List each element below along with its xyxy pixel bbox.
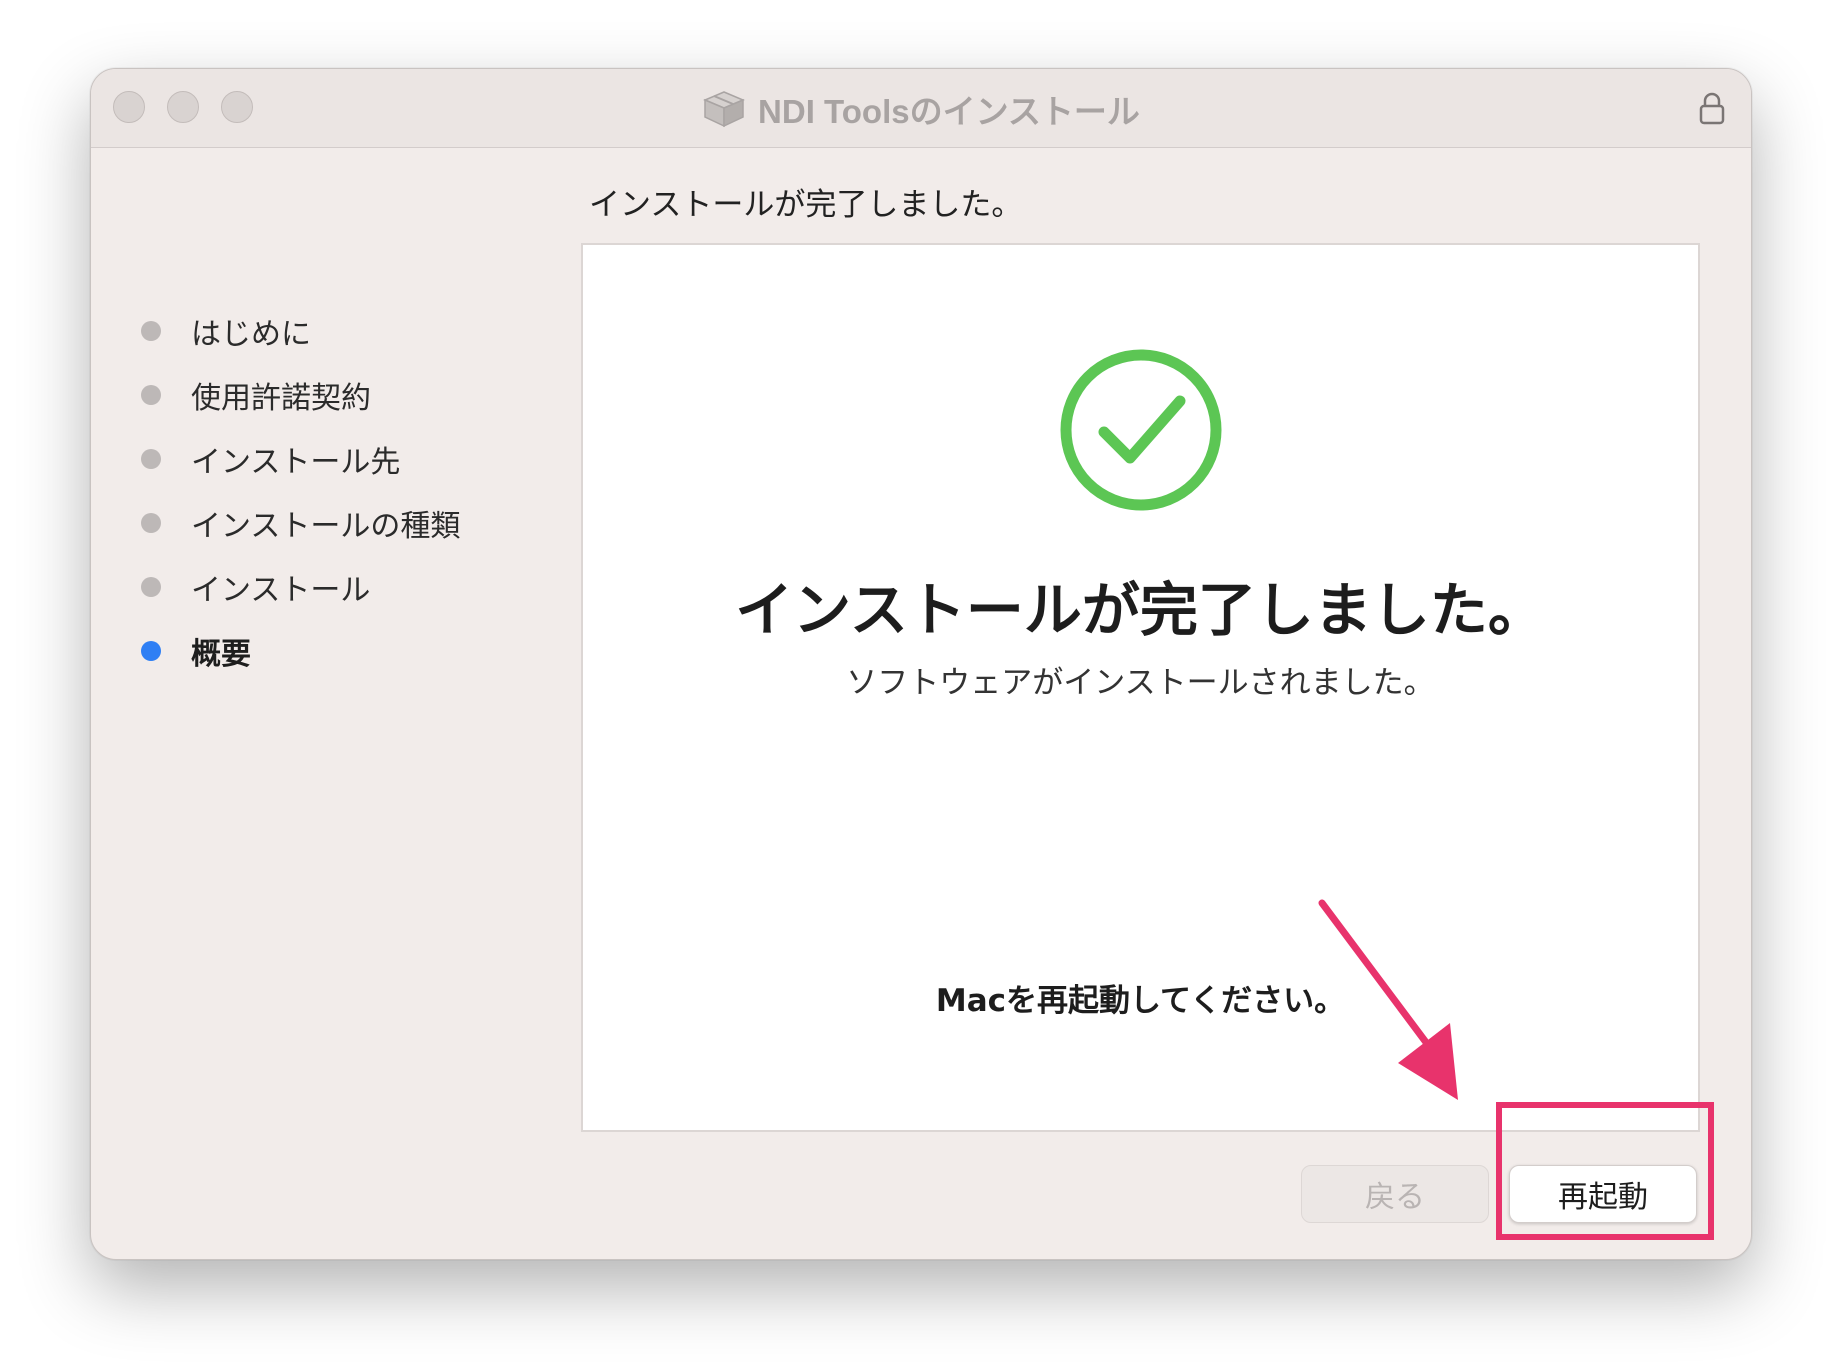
step-label: インストール先: [191, 445, 401, 480]
step-label: 使用許諾契約: [191, 381, 371, 416]
step-license: 使用許諾契約: [141, 363, 541, 427]
installer-steps-sidebar: はじめに 使用許諾契約 インストール先 インストールの種類 インストール 概要: [141, 299, 541, 683]
restart-message: Macを再起動してください。: [935, 983, 1346, 1019]
step-installation-type: インストールの種類: [141, 491, 541, 555]
installer-window: NDI Toolsのインストール はじめに 使用許諾契約 インストール先 インス…: [90, 68, 1752, 1260]
step-destination: インストール先: [141, 427, 541, 491]
completion-subtitle: ソフトウェアがインストールされました。: [846, 665, 1435, 701]
step-indicator-dot-active: [141, 641, 161, 661]
step-summary: 概要: [141, 619, 541, 683]
step-label: インストールの種類: [191, 509, 461, 544]
step-label: はじめに: [191, 317, 311, 352]
completion-title: インストールが完了しました。: [735, 576, 1546, 644]
step-installation: インストール: [141, 555, 541, 619]
restart-button-highlight-box: [1496, 1102, 1714, 1240]
step-indicator-dot: [141, 513, 161, 533]
window-title-group: NDI Toolsのインストール: [91, 87, 1751, 131]
step-indicator-dot: [141, 577, 161, 597]
window-title: NDI Toolsのインストール: [758, 93, 1140, 130]
title-bar: NDI Toolsのインストール: [91, 69, 1751, 148]
step-introduction: はじめに: [141, 299, 541, 363]
lock-icon[interactable]: [1699, 91, 1725, 125]
step-indicator-dot: [141, 385, 161, 405]
summary-content-panel: インストールが完了しました。 ソフトウェアがインストールされました。 Macを再…: [581, 243, 1700, 1132]
step-indicator-dot: [141, 449, 161, 469]
step-label-active: 概要: [191, 637, 251, 672]
step-label: インストール: [191, 573, 371, 608]
check-circle-icon: [1060, 349, 1222, 511]
step-indicator-dot: [141, 321, 161, 341]
page-heading: インストールが完了しました。: [589, 187, 1023, 223]
installer-package-icon: [703, 91, 745, 128]
arrow-annotation-icon: [1318, 899, 1458, 1100]
back-button[interactable]: 戻る: [1301, 1165, 1489, 1223]
